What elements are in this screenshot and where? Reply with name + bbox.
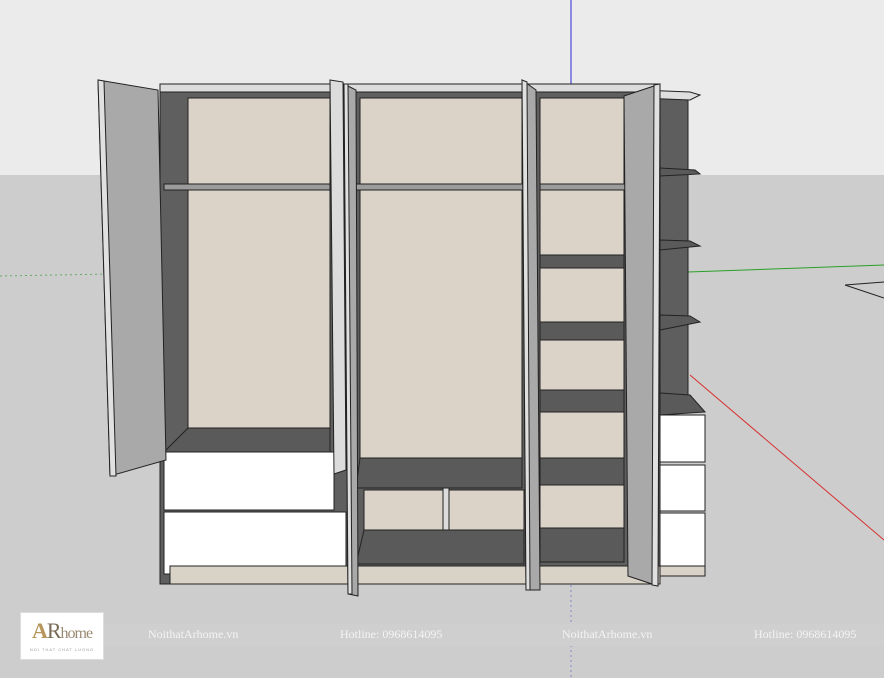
watermark-site: NoithatArhome.vn [562,627,653,641]
watermark-hotline: Hotline: 0968614095 [340,627,443,641]
right-plinth [658,565,706,577]
logo-letter-r: R [46,618,62,643]
middle-bay-back [359,97,523,459]
right-shelf-5 [539,527,625,563]
watermark-hotline: Hotline: 0968614095 [754,627,857,641]
watermark-site: NoithatArhome.vn [148,627,239,641]
logo-word-home: home [60,625,94,642]
right-shelf-3 [539,389,625,413]
logo-letter-a: A [31,618,48,643]
right-drawer-3 [658,512,706,567]
logo-wordmark: ARhome [31,618,94,645]
left-drawer-2 [163,511,347,575]
3d-viewport[interactable] [0,0,884,678]
right-drawer-2 [658,464,706,512]
top-panel [159,83,661,93]
middle-bay-shelf [345,183,527,191]
middle-cubby-floor [355,529,525,565]
middle-bay-floor [355,457,523,489]
right-shelf-4 [539,457,625,486]
left-bay-floor [162,427,331,453]
logo-tagline: NOI THAT CHAT LUONG [29,647,95,652]
left-bay-back [187,97,331,429]
middle-cubby-left-back [363,489,445,531]
middle-cubby-right-back [447,489,525,531]
left-drawer-1 [163,451,335,511]
brand-logo: ARhome NOI THAT CHAT LUONG [20,612,104,660]
right-drawer-1 [658,414,706,463]
right-shelf-1 [539,254,625,269]
watermark-bar: NoithatArhome.vn Hotline: 0968614095 Noi… [104,624,884,646]
plinth [169,565,661,585]
right-shelf-2 [539,321,625,341]
left-bay-shelf [163,183,331,191]
right-bay-top-shelf [539,183,627,191]
